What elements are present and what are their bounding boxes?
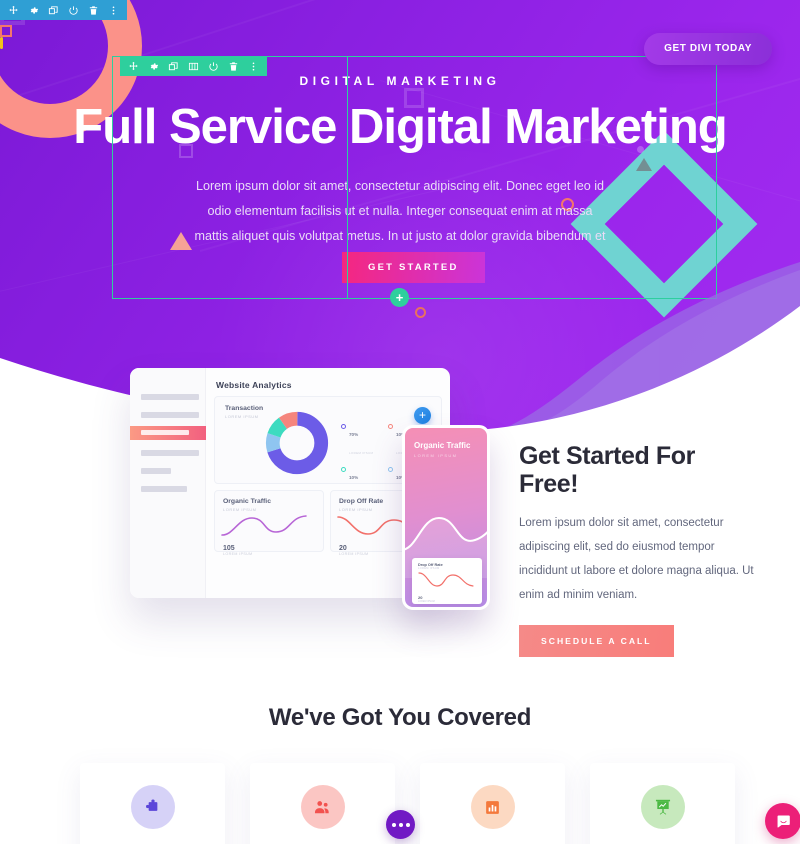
sidebar-item-social-media[interactable] (141, 412, 199, 418)
feature-card[interactable] (420, 763, 565, 844)
promo-paragraph: Lorem ipsum dolor sit amet, consectetur … (519, 517, 754, 601)
organic-traffic-card: Organic Traffic LOREM IPSUM 105 LOREM IP… (214, 490, 324, 556)
dot (391, 822, 396, 827)
move-icon[interactable] (128, 61, 139, 72)
more-options-icon[interactable] (108, 5, 119, 16)
power-toggle-icon[interactable] (68, 5, 79, 16)
phone-sparkline (418, 572, 474, 587)
presentation-chart-icon (640, 785, 685, 829)
card-subtitle: LOREM IPSUM (223, 507, 257, 512)
power-toggle-icon[interactable] (208, 61, 219, 72)
bar-chart-icon (470, 785, 515, 829)
trash-icon[interactable] (228, 61, 239, 72)
card-value: 105 (223, 545, 235, 552)
sidebar-item-brand-awareness[interactable] (141, 450, 199, 456)
get-divi-today-button[interactable]: GET DIVI TODAY (644, 33, 772, 65)
get-started-section: Website Analytics Transaction LOREM IPSU… (0, 368, 800, 680)
phone-card-value-sub: LOREM IPSUM (418, 600, 435, 603)
people-group-icon (300, 785, 345, 829)
builder-module-toolbar[interactable] (0, 0, 127, 20)
duplicate-icon[interactable] (48, 5, 59, 16)
phone-title: Organic Traffic (414, 441, 471, 450)
settings-gear-icon[interactable] (28, 5, 39, 16)
phone-drop-off-card: Drop Off Rate LOREM IPSUM 20 LOREM IPSUM (412, 558, 482, 604)
feature-card[interactable] (250, 763, 395, 844)
puzzle-piece-icon (130, 785, 175, 829)
features-heading: We've Got You Covered (268, 704, 532, 731)
sidebar-item-sales[interactable] (141, 468, 171, 474)
legend-dot (341, 467, 346, 472)
builder-section-toolbar[interactable] (120, 56, 267, 76)
move-icon[interactable] (8, 5, 19, 16)
organic-traffic-sparkline (221, 515, 307, 536)
feature-card[interactable] (590, 763, 735, 844)
legend-value: 10% (349, 475, 359, 480)
dashboard-sidebar (130, 368, 206, 598)
promo-heading: Get Started For Free! (519, 442, 695, 498)
phone-secondary-card (487, 558, 490, 604)
add-transaction-button[interactable]: + (414, 407, 431, 424)
card-value-sub: LOREM IPSUM (223, 552, 253, 556)
sidebar-item-website-analytics[interactable] (130, 426, 206, 440)
dashboard-title: Website Analytics (216, 380, 292, 390)
sidebar-item-demographics[interactable] (141, 486, 187, 492)
dot (405, 822, 410, 827)
more-dots-button[interactable] (386, 810, 415, 839)
page-title: Full Service Digital Marketing (73, 100, 727, 154)
phone-subtitle: LOREM IPSUM (414, 453, 458, 458)
feature-card[interactable] (80, 763, 225, 844)
legend-dot (388, 424, 393, 429)
divi-builder-page: DIGITAL MARKETING Full Service Digital M… (0, 0, 800, 844)
trash-icon[interactable] (88, 5, 99, 16)
hero-eyebrow: DIGITAL MARKETING (299, 74, 501, 88)
legend-sublabel: LOREM IPSUM (349, 451, 374, 455)
decor-triangle (170, 232, 192, 250)
dot (398, 822, 403, 827)
transaction-donut-chart (265, 411, 329, 475)
legend-value: 70% (349, 432, 359, 437)
chat-bubble-button[interactable] (765, 803, 800, 839)
columns-icon[interactable] (188, 61, 199, 72)
chat-bubble-icon (777, 814, 790, 827)
legend-dot (388, 467, 393, 472)
legend-item: 70% LOREM IPSUM (341, 423, 388, 459)
phone-mockup: Organic Traffic LOREM IPSUM Drop Off Rat… (402, 425, 490, 610)
decor-triangle (636, 158, 652, 171)
duplicate-icon[interactable] (168, 61, 179, 72)
card-title: Organic Traffic (223, 498, 271, 505)
settings-gear-icon[interactable] (148, 61, 159, 72)
promo-column: Get Started For Free! Lorem ipsum dolor … (519, 442, 754, 657)
sidebar-item-email-marketing[interactable] (141, 394, 199, 400)
legend-dot (341, 424, 346, 429)
more-options-icon[interactable] (248, 61, 259, 72)
schedule-a-call-button[interactable]: SCHEDULE A CALL (519, 625, 674, 657)
